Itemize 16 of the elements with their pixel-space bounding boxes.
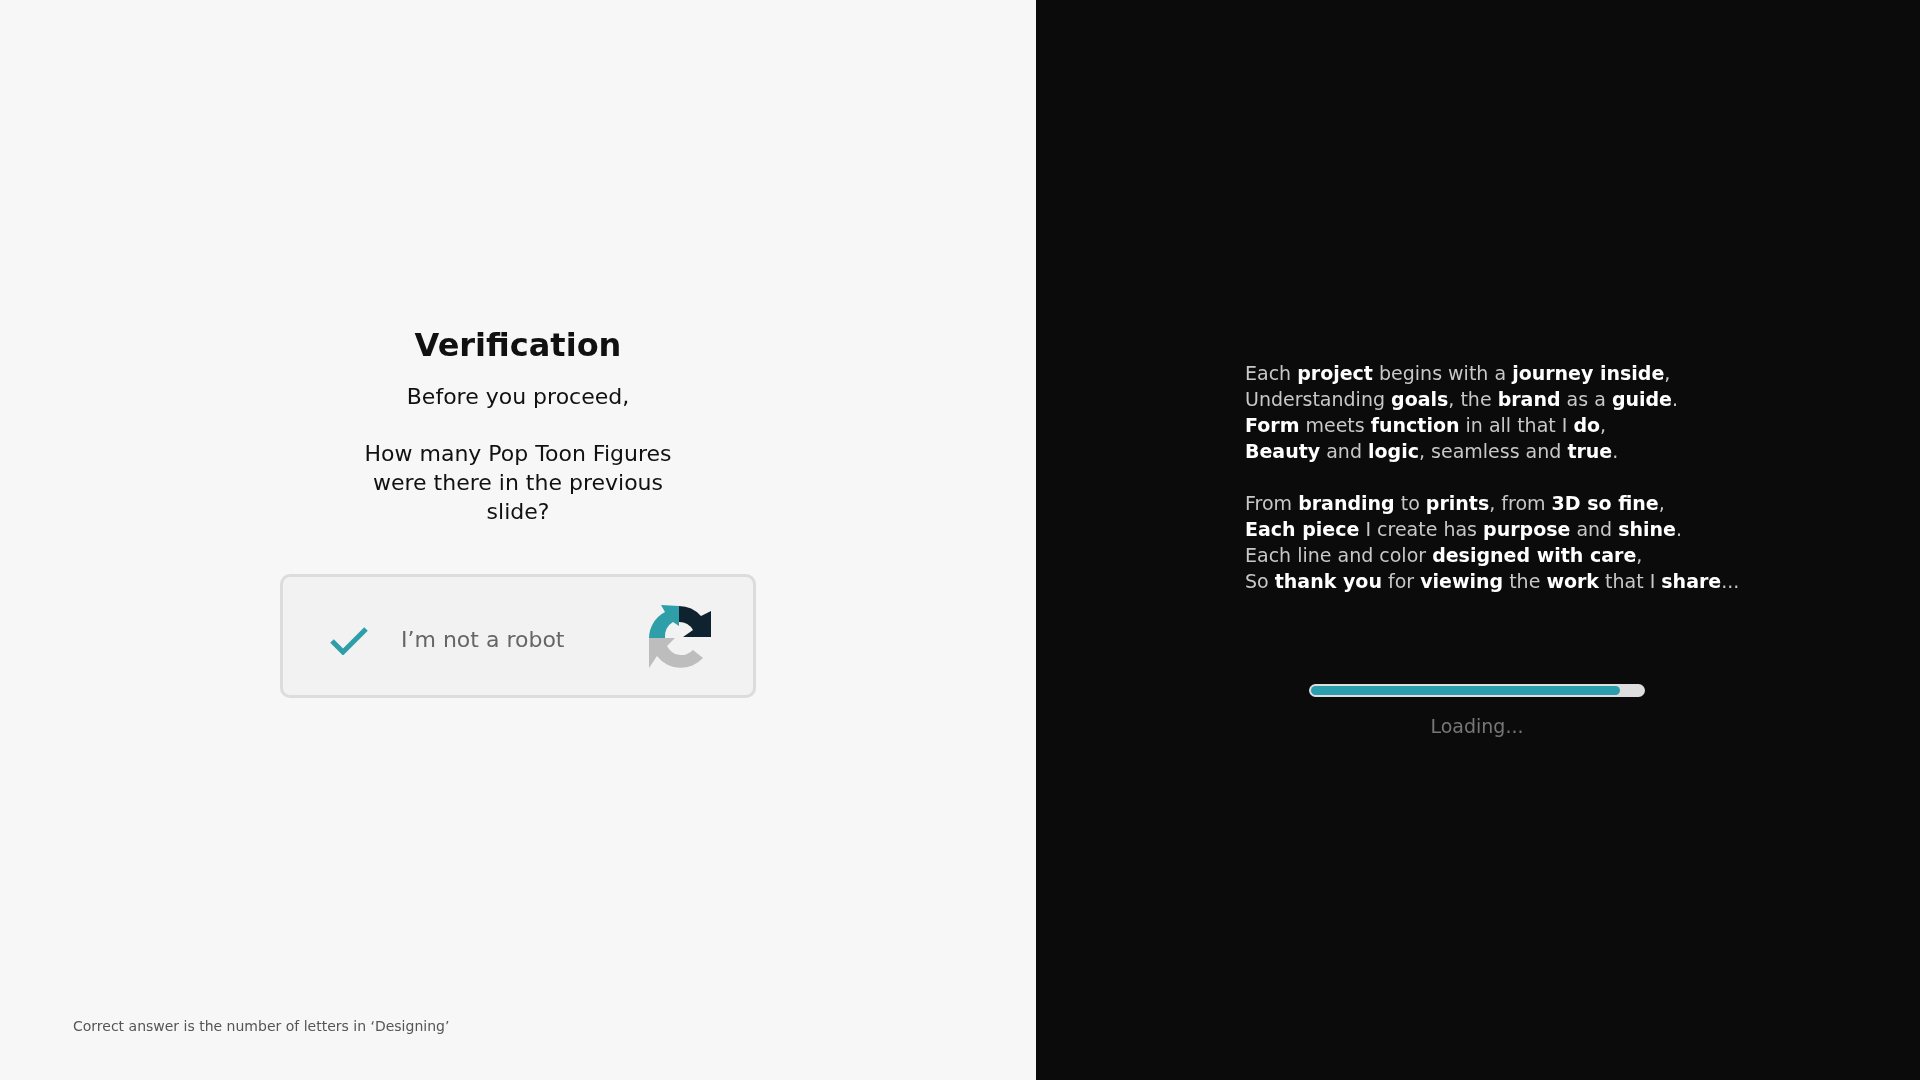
captcha-checkbox[interactable]: I’m not a robot [280,574,756,698]
poem-line: Form meets function in all that I do, [1245,413,1608,438]
poem-line: From branding to prints, from 3D so fine, [1245,491,1666,516]
poem-line: Each line and color designed with care, [1245,543,1644,568]
loading-text: Loading... [1430,715,1524,737]
poem-line: Understanding goals, the brand as a guide. [1245,387,1680,412]
hint-text: Correct answer is the number of letters in ‘Designing’ [73,1018,451,1036]
verification-title: Verification [414,326,622,364]
poem-line: Each project begins with a journey inside, [1245,361,1672,386]
question-text: How many Pop Toon Figures were there in the previous slide? [363,440,673,526]
poem-line: So thank you for viewing the work that I share... [1245,569,1741,594]
refresh-arrows-icon [647,604,713,668]
poem-line: Beauty and logic, seamless and true. [1245,439,1620,464]
poem-line: Each piece I create has purpose and shine. [1245,517,1684,542]
subtitle: Before you proceed, [406,384,630,409]
checkmark-icon [329,625,369,655]
